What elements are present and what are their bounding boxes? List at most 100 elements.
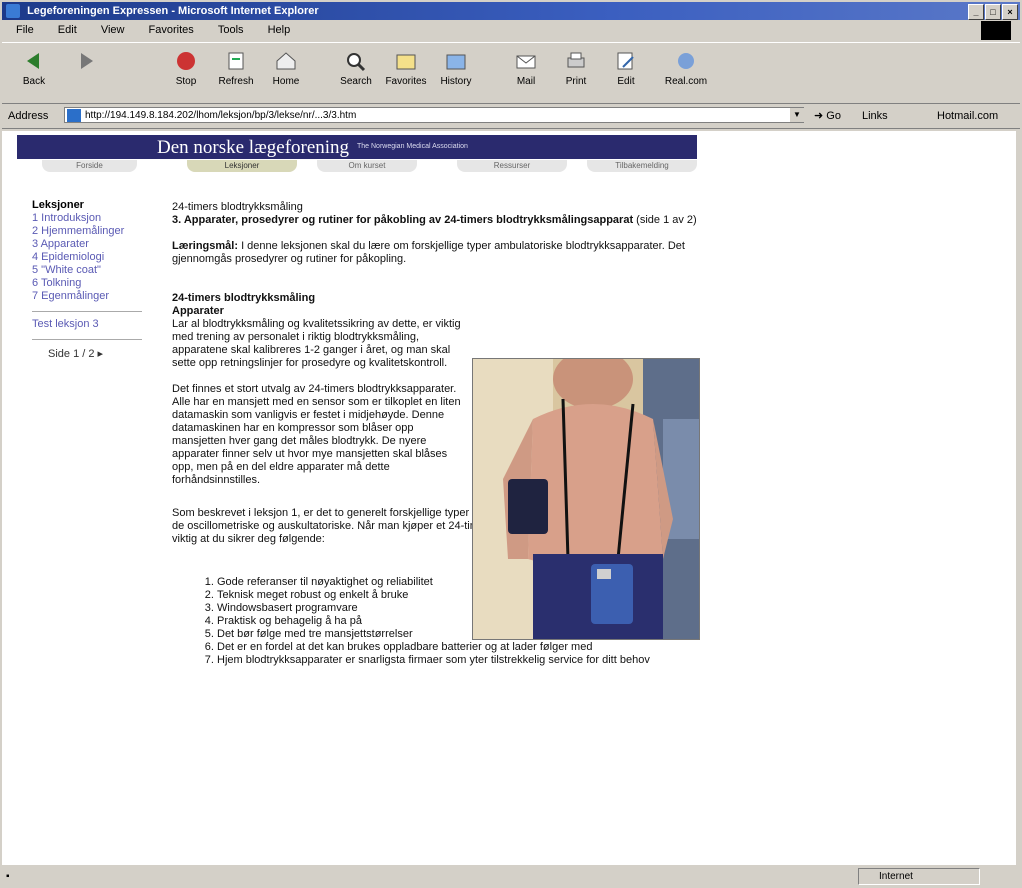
toolbar-button-label: Edit	[617, 76, 635, 87]
test-lesson-link[interactable]: Test leksjon 3	[32, 318, 152, 331]
minimize-button[interactable]: _	[968, 4, 984, 20]
toolbar-button-label: Stop	[175, 76, 197, 87]
tab-om-kurset[interactable]: Om kurset	[317, 160, 417, 172]
status-bar: ▪ Internet	[2, 867, 1020, 886]
close-button[interactable]: ×	[1002, 4, 1018, 20]
windows-logo-icon	[981, 21, 1011, 40]
paragraph-2: Det finnes et stort utvalg av 24-timers …	[172, 383, 461, 486]
back-icon	[21, 49, 47, 73]
toolbar-button-label: Search	[340, 76, 372, 87]
print-icon	[563, 49, 589, 73]
patient-photo	[472, 358, 700, 640]
address-input[interactable]: http://194.149.8.184.202/lhom/leksjon/bp…	[64, 107, 804, 123]
links-button[interactable]: Links	[862, 104, 888, 128]
lesson-kicker: 24-timers blodtrykksmåling	[172, 201, 303, 213]
address-url: http://194.149.8.184.202/lhom/leksjon/bp…	[85, 110, 357, 121]
section-title: 24-timers blodtrykksmåling	[172, 292, 316, 304]
forward-icon	[73, 49, 99, 73]
stop-icon	[173, 49, 199, 73]
list-item: Hjem blodtrykksapparater er snarligsta f…	[217, 654, 702, 667]
toolbar-button-label: Print	[565, 76, 587, 87]
page-status-icon: ▪	[6, 871, 10, 882]
edit-icon	[613, 49, 639, 73]
paragraph-1: Lar al blodtrykksmåling og kvalitetssikr…	[172, 318, 461, 369]
address-label: Address	[8, 110, 49, 122]
toolbar-button-label: History	[440, 76, 472, 87]
goal-text: I denne leksjonen skal du lære om forskj…	[172, 240, 685, 265]
sub-title: Apparater	[172, 305, 224, 317]
menu-favorites[interactable]: Favorites	[149, 24, 194, 36]
page-viewport: Den norske lægeforening The Norwegian Me…	[2, 131, 1016, 865]
menu-edit[interactable]: Edit	[58, 24, 77, 36]
stop-button[interactable]: Stop	[162, 49, 210, 87]
realcom-button[interactable]: Real.com	[662, 49, 710, 87]
menu-help[interactable]: Help	[268, 24, 291, 36]
hotmail-link[interactable]: Hotmail.com	[937, 104, 998, 128]
sidebar-divider	[32, 311, 142, 312]
sidebar-item-epidemiologi[interactable]: 4 Epidemiologi	[32, 251, 152, 264]
toolbar-button-label: Refresh	[218, 76, 254, 87]
go-label: Go	[826, 110, 841, 122]
lesson-sidebar: Leksjoner 1 Introduksjon 2 Hjemmemålinge…	[32, 199, 152, 361]
refresh-button[interactable]: Refresh	[212, 49, 260, 87]
history-icon	[443, 49, 469, 73]
sidebar-divider	[32, 339, 142, 340]
favorites-button[interactable]: Favorites	[382, 49, 430, 87]
lesson-heading: 3. Apparater, prosedyrer og rutiner for …	[172, 214, 634, 226]
forward-button[interactable]	[62, 49, 110, 76]
tab-ressurser[interactable]: Ressurser	[457, 160, 567, 172]
go-button[interactable]: ➜ Go	[814, 104, 841, 128]
standard-toolbar: Back Stop Refresh Home Search Favorites Histor…	[2, 42, 1020, 104]
site-banner: Den norske lægeforening The Norwegian Me…	[17, 135, 697, 159]
tab-tilbakemelding[interactable]: Tilbakemelding	[587, 160, 697, 172]
lesson-page-indicator: (side 1 av 2)	[633, 214, 697, 226]
window-title: Legeforeningen Expressen - Microsoft Int…	[27, 5, 319, 17]
ie-icon	[6, 4, 20, 18]
search-button[interactable]: Search	[332, 49, 380, 87]
print-button[interactable]: Print	[552, 49, 600, 87]
site-name: Den norske lægeforening	[157, 137, 350, 158]
realcom-icon	[673, 49, 699, 73]
refresh-icon	[223, 49, 249, 73]
sidebar-item-apparater[interactable]: 3 Apparater	[32, 238, 152, 251]
menu-file[interactable]: File	[16, 24, 34, 36]
menu-bar: File Edit View Favorites Tools Help	[2, 21, 1020, 40]
page-pager[interactable]: Side 1 / 2 ▸	[48, 348, 152, 361]
sidebar-item-egenmalinger[interactable]: 7 Egenmålinger	[32, 290, 152, 303]
toolbar-button-label: Real.com	[664, 76, 708, 87]
edit-button[interactable]: Edit	[602, 49, 650, 87]
menu-tools[interactable]: Tools	[218, 24, 244, 36]
address-bar: Address http://194.149.8.184.202/lhom/le…	[2, 104, 1020, 129]
tab-forside[interactable]: Forside	[42, 160, 137, 172]
zone-label: Internet	[879, 871, 913, 882]
sidebar-item-hjemmemalinger[interactable]: 2 Hjemmemålinger	[32, 225, 152, 238]
history-button[interactable]: History	[432, 49, 480, 87]
mail-icon	[513, 49, 539, 73]
toolbar-button-label: Back	[22, 76, 46, 87]
title-bar: Legeforeningen Expressen - Microsoft Int…	[2, 2, 1020, 20]
toolbar-button-label: Favorites	[385, 76, 427, 87]
search-icon	[343, 49, 369, 73]
page-icon	[67, 109, 81, 122]
maximize-button[interactable]: □	[985, 4, 1001, 20]
browser-window: Legeforeningen Expressen - Microsoft Int…	[0, 0, 1022, 888]
back-button[interactable]: Back	[10, 49, 58, 87]
toolbar-button-label: Mail	[516, 76, 536, 87]
site-subtitle: The Norwegian Medical Association	[357, 143, 468, 150]
toolbar-button-label: Home	[272, 76, 300, 87]
tab-leksjoner[interactable]: Leksjoner	[187, 160, 297, 172]
favorites-icon	[393, 49, 419, 73]
list-item: Det er en fordel at det kan brukes oppla…	[217, 641, 702, 654]
home-icon	[273, 49, 299, 73]
sidebar-item-introduksjon[interactable]: 1 Introduksjon	[32, 212, 152, 225]
sidebar-heading: Leksjoner	[32, 199, 84, 211]
address-dropdown-icon[interactable]: ▼	[790, 108, 804, 122]
site-nav: Forside Leksjoner Om kurset Ressurser Ti…	[17, 160, 697, 174]
goal-label: Læringsmål:	[172, 240, 239, 252]
home-button[interactable]: Home	[262, 49, 310, 87]
sidebar-item-white-coat[interactable]: 5 "White coat"	[32, 264, 152, 277]
vertical-scrollbar[interactable]	[1016, 131, 1022, 865]
sidebar-item-tolkning[interactable]: 6 Tolkning	[32, 277, 152, 290]
mail-button[interactable]: Mail	[502, 49, 550, 87]
menu-view[interactable]: View	[101, 24, 125, 36]
